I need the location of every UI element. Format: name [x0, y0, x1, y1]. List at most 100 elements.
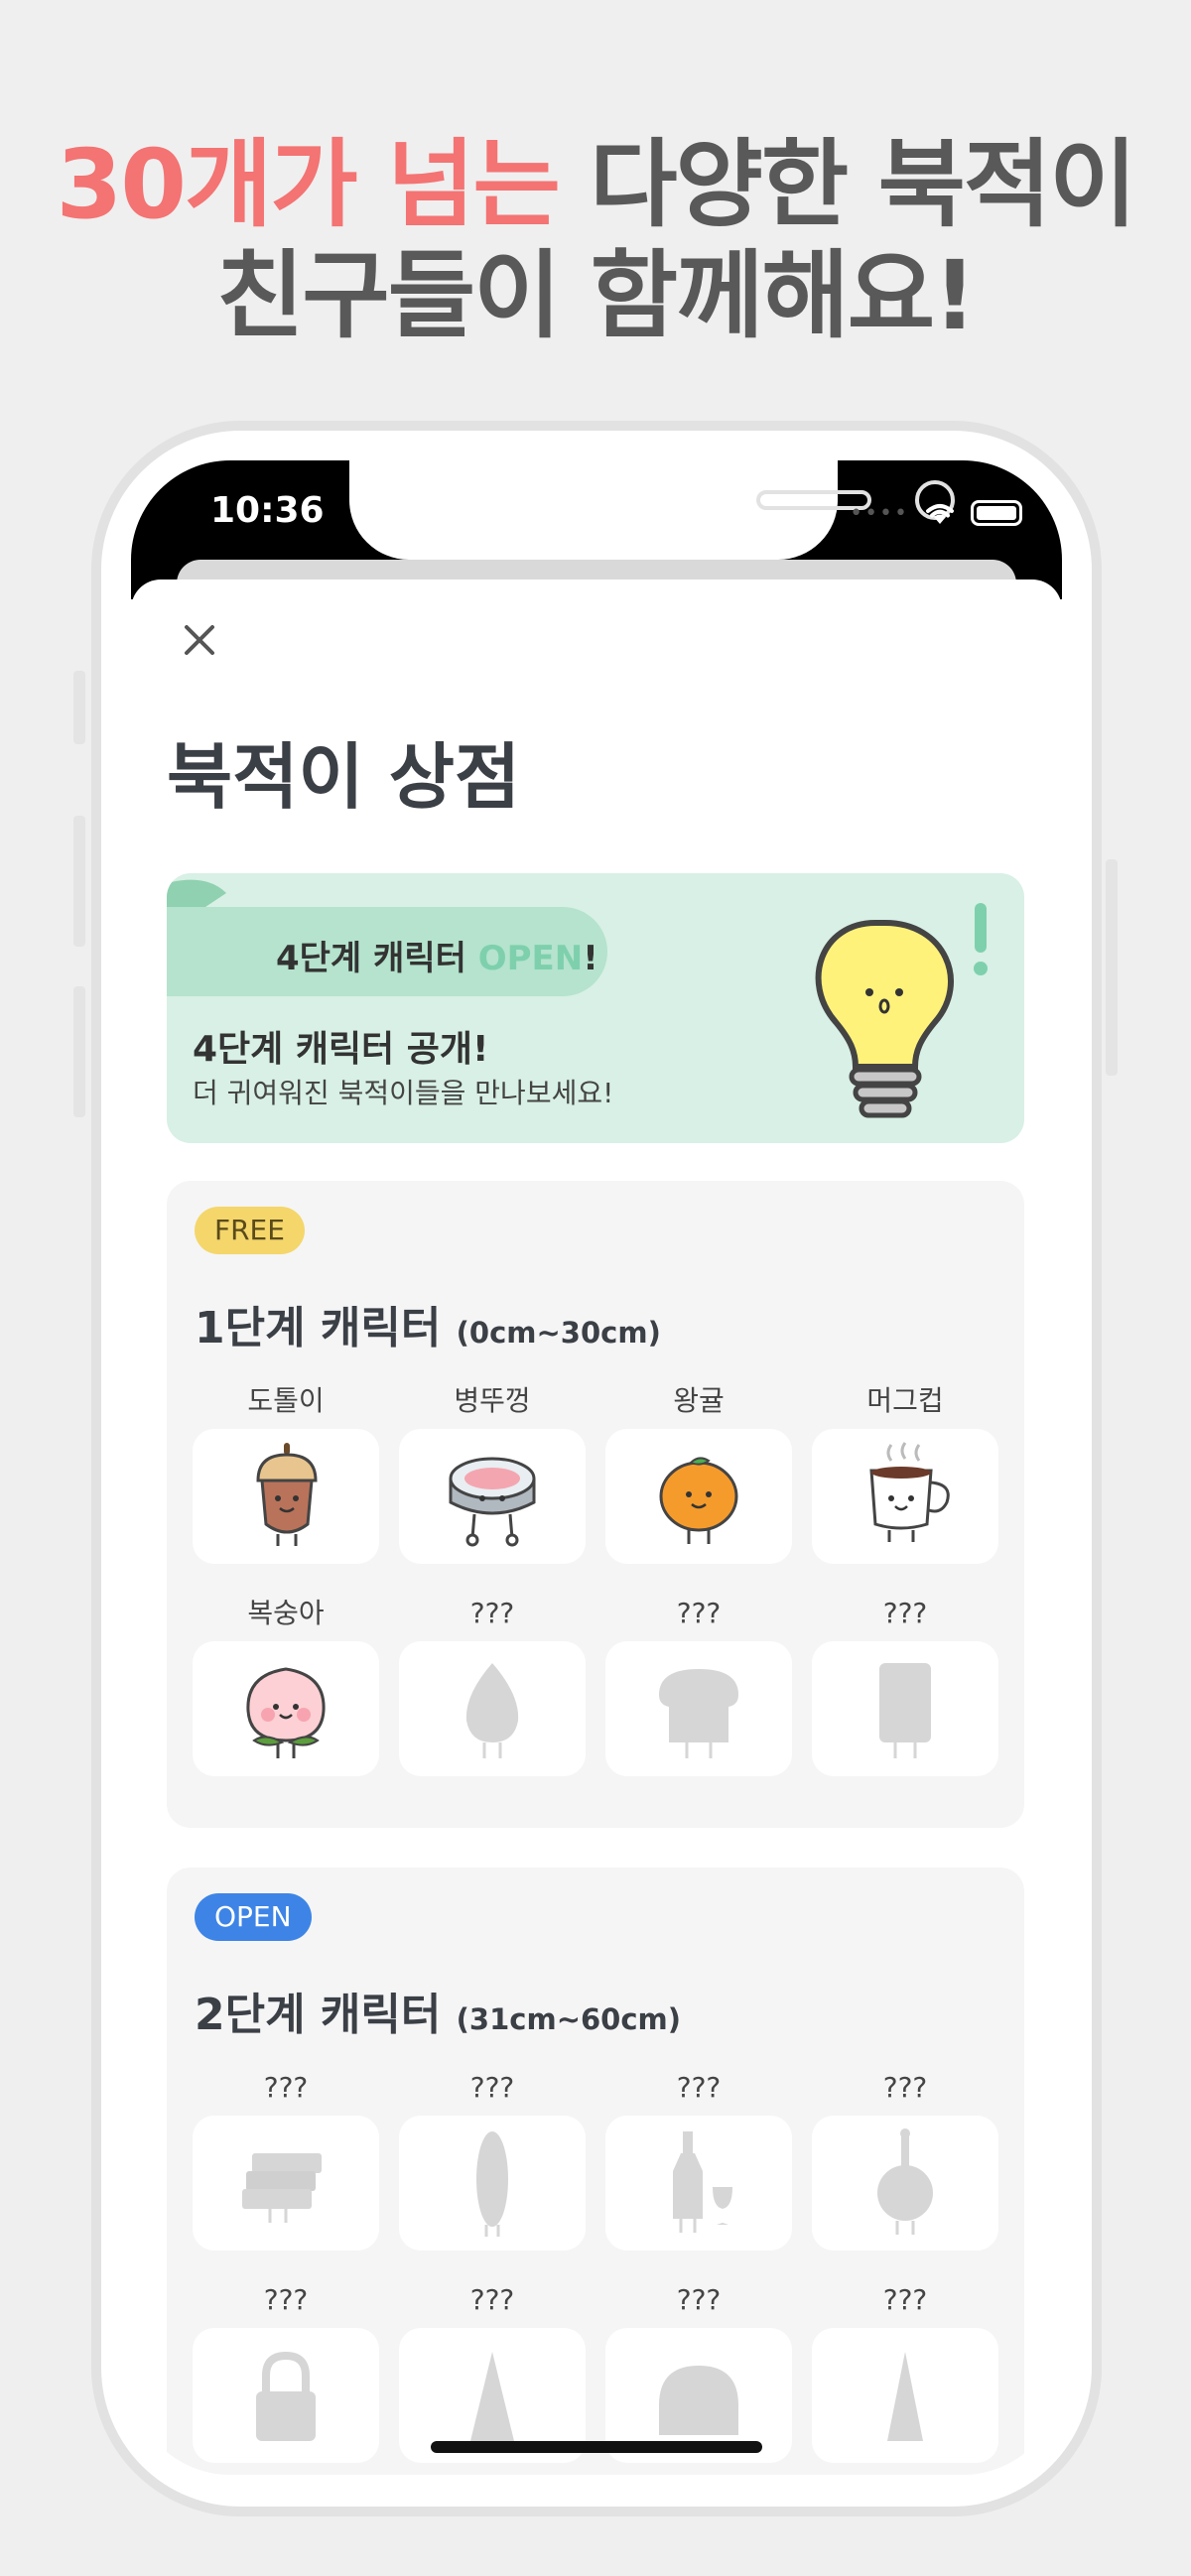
headline-line-2: 친구들이 함께해요! — [216, 240, 977, 351]
character-name: 왕귤 — [673, 1384, 725, 1417]
phone-volume-down — [73, 986, 85, 1117]
shop-sheet: 북적이 상점 4단계 캐릭터 OPEN! 4단계 캐릭터 공개! 더 귀여워진 … — [131, 580, 1062, 2475]
character-name: ??? — [882, 2071, 928, 2104]
character-name: 병뚜껑 — [454, 1384, 531, 1417]
section-title-text: 2단계 캐릭터 — [195, 1990, 442, 2040]
peach-character-icon — [246, 1667, 326, 1758]
bottle-cap-character-icon — [449, 1457, 536, 1547]
character-item: 머그컵 — [812, 1379, 998, 1564]
character-name: 복숭아 — [247, 1597, 325, 1629]
phone-side-button — [73, 671, 85, 744]
locked-surfboard-silhouette-icon — [476, 2131, 508, 2237]
home-indicator[interactable] — [431, 2441, 762, 2453]
character-item: 병뚜껑 — [399, 1379, 586, 1564]
free-badge: FREE — [195, 1207, 305, 1254]
character-item: ??? — [812, 2278, 998, 2463]
character-name: ??? — [263, 2283, 309, 2316]
character-card-locked[interactable] — [812, 2116, 998, 2251]
page-title: 북적이 상점 — [167, 735, 521, 819]
character-card-peach[interactable] — [193, 1641, 379, 1776]
character-card-tangerine[interactable] — [605, 1429, 792, 1564]
character-name: ??? — [469, 1597, 515, 1629]
section-title-text: 1단계 캐릭터 — [195, 1303, 442, 1353]
character-name: ??? — [676, 2071, 722, 2104]
section-range: (31cm~60cm) — [456, 2002, 682, 2036]
character-item: ??? — [605, 1592, 792, 1776]
locked-cone-silhouette-icon — [470, 2352, 514, 2441]
character-name: ??? — [882, 2283, 928, 2316]
banner-pill-suffix: ! — [583, 939, 598, 978]
character-card-locked[interactable] — [193, 2116, 379, 2251]
character-card-locked[interactable] — [193, 2328, 379, 2463]
character-name: ??? — [882, 1597, 928, 1629]
locked-bag-silhouette-icon — [256, 2351, 316, 2441]
section-title: 1단계 캐릭터 (0cm~30cm) — [195, 1292, 661, 1355]
status-icons: •••• — [850, 500, 1022, 526]
locked-leaf-silhouette-icon — [465, 1663, 519, 1758]
stage-2-section: OPEN 2단계 캐릭터 (31cm~60cm) ??? ??? ??? ???… — [167, 1868, 1024, 2475]
character-item: ??? — [399, 2278, 586, 2463]
banner-pill-prefix: 4단계 캐릭터 — [276, 939, 478, 978]
promo-headline: 30개가 넘는 다양한 북적이 친구들이 함께해요! — [0, 129, 1191, 351]
character-card-locked[interactable] — [605, 2116, 792, 2251]
locked-pan-silhouette-icon — [877, 2128, 933, 2235]
phone-volume-up — [73, 816, 85, 947]
stage-1-section: FREE 1단계 캐릭터 (0cm~30cm) 도톨이 병뚜껑 왕귤 머그컵 복… — [167, 1181, 1024, 1828]
battery-icon — [971, 500, 1022, 526]
locked-rectangle-silhouette-icon — [879, 1663, 931, 1758]
character-card-locked[interactable] — [812, 1641, 998, 1776]
status-time: 10:36 — [210, 490, 325, 531]
character-name: ??? — [676, 1597, 722, 1629]
promo-banner[interactable]: 4단계 캐릭터 OPEN! 4단계 캐릭터 공개! 더 귀여워진 북적이들을 만… — [167, 873, 1024, 1143]
locked-cone-silhouette-icon — [887, 2352, 923, 2441]
open-badge: OPEN — [195, 1893, 312, 1941]
character-card-locked[interactable] — [399, 2116, 586, 2251]
locked-dome-silhouette-icon — [659, 2366, 738, 2435]
phone-screen: 10:36 •••• 북적이 상점 4단계 캐릭터 OPEN! 4단계 캐릭터 … — [131, 460, 1062, 2475]
tangerine-character-icon — [659, 1457, 738, 1544]
character-name: ??? — [469, 2071, 515, 2104]
section-range: (0cm~30cm) — [456, 1316, 661, 1350]
character-item: 복숭아 — [193, 1592, 379, 1776]
character-item: 왕귤 — [605, 1379, 792, 1564]
light-bulb-character-icon — [815, 903, 988, 1118]
character-item: ??? — [605, 2066, 792, 2251]
banner-pill-open: OPEN — [477, 939, 584, 978]
banner-pill: 4단계 캐릭터 OPEN! — [167, 907, 607, 996]
notch — [349, 460, 955, 560]
character-item: ??? — [399, 1592, 586, 1776]
headline-accent: 30개가 넘는 — [56, 129, 560, 240]
headline-line-1: 30개가 넘는 다양한 북적이 — [0, 129, 1191, 240]
character-item: ??? — [812, 2066, 998, 2251]
character-name: ??? — [469, 2283, 515, 2316]
character-grid: 도톨이 병뚜껑 왕귤 머그컵 복숭아 ??? ??? ??? — [193, 1379, 1002, 1776]
section-title: 2단계 캐릭터 (31cm~60cm) — [195, 1979, 681, 2042]
character-grid: ??? ??? ??? ??? ??? ??? ??? ??? — [193, 2066, 1002, 2463]
locked-wine-silhouette-icon — [673, 2131, 732, 2233]
wifi-icon — [926, 504, 954, 524]
character-name: ??? — [263, 2071, 309, 2104]
character-name: 머그컵 — [866, 1384, 944, 1417]
character-card-acorn[interactable] — [193, 1429, 379, 1564]
banner-pill-text: 4단계 캐릭터 OPEN! — [276, 931, 598, 979]
character-item: 도톨이 — [193, 1379, 379, 1564]
character-card-locked[interactable] — [605, 1641, 792, 1776]
phone-power-button — [1106, 859, 1118, 1076]
character-item: ??? — [812, 1592, 998, 1776]
close-icon[interactable] — [175, 615, 224, 665]
locked-bread-silhouette-icon — [659, 1669, 738, 1758]
character-name: 도톨이 — [247, 1384, 325, 1417]
signal-dots-icon: •••• — [850, 500, 909, 526]
character-item: ??? — [399, 2066, 586, 2251]
character-name: ??? — [676, 2283, 722, 2316]
character-card-locked[interactable] — [812, 2328, 998, 2463]
character-item: ??? — [605, 2278, 792, 2463]
character-card-locked[interactable] — [399, 1641, 586, 1776]
banner-title: 4단계 캐릭터 공개! — [193, 1029, 489, 1070]
headline-rest: 다양한 북적이 — [558, 129, 1136, 240]
banner-subtitle: 더 귀여워진 북적이들을 만나보세요! — [193, 1077, 614, 1109]
character-card-mug[interactable] — [812, 1429, 998, 1564]
character-item: ??? — [193, 2066, 379, 2251]
character-card-bottle-cap[interactable] — [399, 1429, 586, 1564]
locked-books-silhouette-icon — [242, 2153, 322, 2223]
